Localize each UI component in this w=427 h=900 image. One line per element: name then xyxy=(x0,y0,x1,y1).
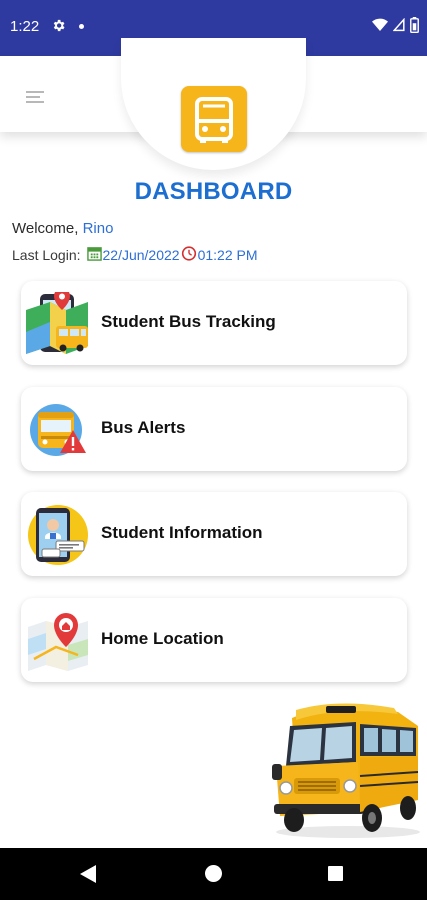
card-home-location[interactable]: Home Location xyxy=(21,598,407,682)
system-nav-bar xyxy=(0,848,427,900)
school-bus-icon xyxy=(181,86,247,152)
back-icon[interactable] xyxy=(80,865,96,888)
battery-icon xyxy=(410,17,419,38)
clock-icon xyxy=(181,245,197,264)
card-label: Home Location xyxy=(101,629,224,648)
last-login-date: 22/Jun/2022 xyxy=(102,246,180,263)
recents-icon[interactable] xyxy=(328,866,343,881)
bus-alert-icon xyxy=(26,398,90,462)
settings-gear-icon xyxy=(51,18,66,38)
card-student-information[interactable]: Student Information xyxy=(21,492,407,576)
welcome-text: Welcome, Rino xyxy=(12,220,113,237)
user-name: Rino xyxy=(82,220,114,237)
student-id-phone-icon xyxy=(26,503,90,567)
status-indicators xyxy=(372,17,419,38)
home-location-map-icon xyxy=(26,609,90,673)
last-login: Last Login: 22/Jun/2022 01:22 PM xyxy=(12,245,258,264)
page-title: DASHBOARD xyxy=(134,178,293,205)
card-label: Bus Alerts xyxy=(101,418,186,437)
hamburger-menu-icon[interactable] xyxy=(26,91,44,105)
status-time: 1:22 xyxy=(10,18,40,35)
bus-map-tracking-icon xyxy=(26,288,90,356)
last-login-time: 01:22 PM xyxy=(197,246,258,263)
last-login-label: Last Login: xyxy=(12,246,81,263)
school-bus-illustration xyxy=(268,700,424,840)
card-label: Student Bus Tracking xyxy=(101,312,276,331)
wifi-icon xyxy=(372,18,388,37)
welcome-label: Welcome, xyxy=(12,220,79,237)
card-bus-alerts[interactable]: Bus Alerts xyxy=(21,387,407,471)
cell-signal-icon xyxy=(392,17,405,37)
dashboard-screen: 1:22 DASHBOARD Welcome, Rino Last Login:… xyxy=(0,0,427,900)
notification-dot-icon xyxy=(79,24,84,29)
calendar-icon xyxy=(86,246,102,264)
card-label: Student Information xyxy=(101,523,263,542)
card-student-bus-tracking[interactable]: Student Bus Tracking xyxy=(21,281,407,365)
home-icon[interactable] xyxy=(205,865,222,882)
